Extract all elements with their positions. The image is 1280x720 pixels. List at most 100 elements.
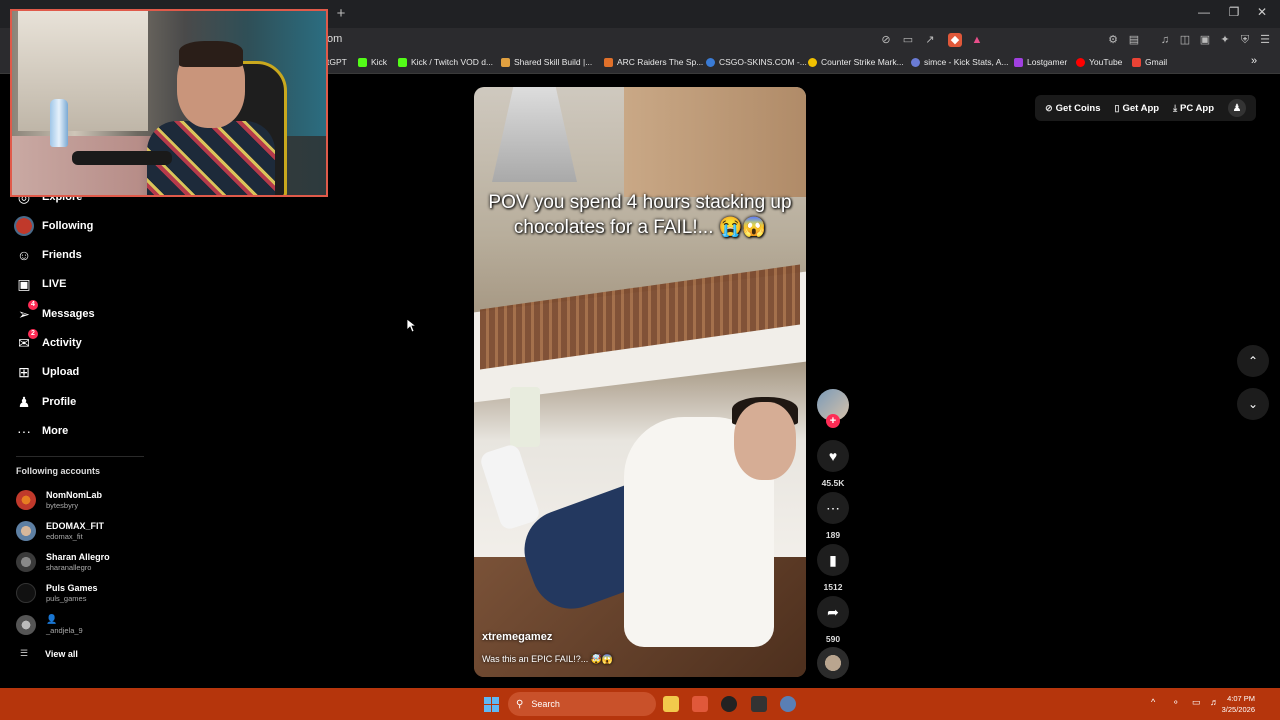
save-count: 1512 (823, 582, 843, 592)
minimize-button[interactable]: — (1194, 5, 1214, 19)
view-all-button[interactable]: ☰ View all (20, 648, 78, 659)
bookmark-counter-strike-market[interactable]: Counter Strike Mark... (808, 57, 904, 67)
close-window-button[interactable]: ✕ (1252, 5, 1272, 19)
like-count: 45.5K (821, 478, 845, 488)
list-icon: ☰ (20, 648, 29, 658)
share-count: 590 (825, 634, 841, 644)
bookmark-kick-stats[interactable]: simce - Kick Stats, A... (911, 57, 1009, 67)
clock-time: 4:07 PM (1227, 694, 1255, 703)
brave-browser-icon[interactable] (692, 696, 708, 712)
brave-shield-icon[interactable]: ◆ (948, 33, 962, 47)
bookmark-chatgpt[interactable]: tGPT (327, 57, 347, 67)
system-clock[interactable]: 4:07 PM 3/25/2026 (1222, 693, 1255, 715)
nav-live[interactable]: ▣ LIVE (14, 274, 66, 294)
sound-disc[interactable] (817, 647, 849, 679)
next-video-button[interactable]: ⌄ (1237, 388, 1269, 420)
followed-account[interactable]: 👤 _andjela_9 (16, 614, 83, 635)
nav-activity[interactable]: ✉ 2 Activity (14, 329, 82, 353)
nav-messages[interactable]: ➢ 4 Messages (14, 300, 95, 324)
avatar (16, 583, 36, 603)
share-action[interactable]: ➦ 590 (817, 596, 849, 644)
taskbar-search[interactable]: ⚲ Search (508, 692, 656, 716)
pc-app-button[interactable]: ⤓ PC App (1173, 103, 1214, 114)
account-name: Sharan Allegro (46, 552, 110, 562)
account-name: EDOMAX_FIT (46, 521, 105, 531)
tray-chevron-icon[interactable]: ^ (1151, 697, 1155, 707)
heart-icon[interactable]: ♥ (817, 440, 849, 472)
new-tab-button[interactable]: + (334, 5, 348, 22)
followed-account[interactable]: EDOMAX_FIT edomax_fit (16, 521, 104, 541)
microphone-icon[interactable]: ⚬ (1172, 697, 1180, 708)
maximize-button[interactable]: ❐ (1224, 5, 1244, 19)
nav-friends[interactable]: ☺ Friends (14, 245, 82, 265)
share-arrow-icon[interactable]: ➦ (817, 596, 849, 628)
bookmark-youtube[interactable]: YouTube (1076, 57, 1122, 67)
inbox-icon: ✉ 2 (14, 329, 38, 353)
account-handle: edomax_fit (46, 532, 83, 541)
brave-rewards-icon[interactable]: ▲ (970, 33, 984, 47)
screen-icon[interactable]: ▭ (901, 33, 915, 47)
account-name: NomNomLab (46, 490, 102, 500)
network-icon[interactable]: ▭ (1192, 697, 1201, 708)
bookmark-kick-twitch-vod[interactable]: Kick / Twitch VOD d... (398, 57, 493, 67)
nav-label: Friends (42, 249, 82, 261)
lostgamer-icon (1014, 57, 1023, 67)
followed-account[interactable]: NomNomLab bytesbyry (16, 490, 102, 510)
follow-button[interactable]: + (826, 414, 840, 428)
vpn-icon[interactable]: ⛨ (1238, 33, 1252, 47)
header-actions: ⊘ Get Coins ▯ Get App ⤓ PC App ♟ (1035, 95, 1256, 121)
bookmark-arc-raiders[interactable]: ARC Raiders The Sp... (604, 57, 703, 67)
view-all-label: View all (45, 648, 78, 659)
bookmark-shared-skill-build[interactable]: Shared Skill Build |... (501, 57, 592, 67)
comment-action[interactable]: ⋯ 189 (817, 492, 849, 540)
screenshot-icon[interactable]: ▤ (1127, 33, 1141, 47)
epic-games-icon[interactable] (751, 696, 767, 712)
get-coins-button[interactable]: ⊘ Get Coins (1045, 103, 1100, 114)
avatar (16, 552, 36, 572)
nav-more[interactable]: ··· More (14, 421, 68, 441)
comment-count: 189 (825, 530, 841, 540)
wallet-icon[interactable]: ▣ (1198, 33, 1212, 47)
bookmark-kick[interactable]: Kick (358, 57, 387, 67)
camera-off-icon[interactable]: ⊘ (879, 33, 893, 47)
mouse-cursor-icon (406, 318, 418, 338)
nav-upload[interactable]: ⊞ Upload (14, 362, 79, 382)
nav-label: More (42, 425, 69, 437)
extensions-icon[interactable]: ⚙ (1106, 33, 1120, 47)
video-description: Was this an EPIC FAIL!?... 🤯😱 (482, 654, 614, 664)
nav-profile[interactable]: ♟ Profile (14, 392, 77, 412)
volume-icon[interactable]: ♬ (1210, 697, 1219, 707)
windows-start-icon[interactable] (484, 697, 499, 712)
cs-market-icon (808, 57, 817, 67)
youtube-icon (1076, 57, 1085, 67)
sidebar-icon[interactable]: ◫ (1178, 33, 1192, 47)
bookmark-gmail[interactable]: Gmail (1132, 57, 1167, 67)
previous-video-button[interactable]: ⌃ (1237, 345, 1269, 377)
avatar-icon (14, 216, 34, 236)
user-avatar[interactable]: ♟ (1228, 99, 1246, 117)
search-icon: ⚲ (516, 698, 524, 710)
bookmark-lostgamer[interactable]: Lostgamer (1014, 57, 1067, 67)
bookmark-icon[interactable]: ▮ (817, 544, 849, 576)
url-text[interactable]: om (327, 33, 342, 45)
nav-following[interactable]: Following (14, 216, 93, 236)
video-player[interactable]: POV you spend 4 hours stacking up chocol… (474, 87, 806, 677)
leo-ai-icon[interactable]: ✦ (1218, 33, 1232, 47)
menu-icon[interactable]: ☰ (1258, 33, 1272, 47)
settings-app-icon[interactable] (780, 696, 796, 712)
followed-account[interactable]: Sharan Allegro sharanallegro (16, 552, 110, 572)
webcam-overlay (10, 9, 328, 197)
save-action[interactable]: ▮ 1512 (817, 544, 849, 592)
music-icon[interactable]: ♫ (1158, 33, 1172, 47)
bookmarks-overflow-button[interactable]: » (1251, 55, 1257, 67)
followed-account[interactable]: Puls Games puls_games (16, 583, 98, 603)
share-icon[interactable]: ↗ (923, 33, 937, 47)
bookmark-csgo-skins[interactable]: CSGO-SKINS.COM -... (706, 57, 807, 67)
video-author[interactable]: xtremegamez (482, 631, 552, 643)
like-action[interactable]: ♥ 45.5K (817, 440, 849, 488)
sidebar-divider (16, 456, 144, 457)
comment-icon[interactable]: ⋯ (817, 492, 849, 524)
get-app-button[interactable]: ▯ Get App (1115, 103, 1160, 114)
obs-icon[interactable] (721, 696, 737, 712)
file-explorer-icon[interactable] (663, 696, 679, 712)
